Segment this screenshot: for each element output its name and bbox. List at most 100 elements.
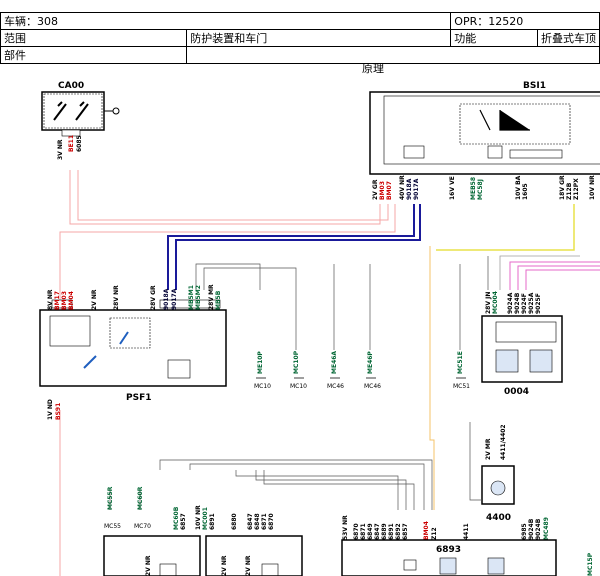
- ground-g5: MC51: [453, 383, 470, 390]
- psf1-connector-b: 2V NR: [91, 289, 98, 310]
- ca00-label: CA00: [58, 81, 84, 91]
- psf1-label: PSF1: [126, 393, 152, 403]
- wire-bsi-5: MEB58: [470, 177, 477, 200]
- wiring-diagram: .t{font-family:"DejaVu Sans",sans-serif;…: [39, 81, 600, 576]
- bsi1-label: BSI1: [523, 81, 546, 91]
- wire-c0004-5: 9025A: [528, 292, 535, 314]
- lower-wires: [109, 459, 433, 510]
- wire-6893-7: 6892: [395, 523, 402, 540]
- wire-lower-3: MC60B: [173, 506, 180, 530]
- block-b3-connector: 2V NR: [221, 555, 228, 576]
- wire-bsi-6: MC58J: [477, 179, 484, 200]
- wire-ca00-2: 6085: [76, 135, 83, 152]
- wire-lower-11: 6870: [268, 513, 275, 530]
- wire-lower-9: 6848: [254, 513, 261, 530]
- wire-lower-5: MC001: [202, 507, 209, 530]
- wire-c0004-6: 9025F: [535, 293, 542, 314]
- ground-g2: MC10: [290, 383, 307, 390]
- wire-6893-8: 6857: [402, 523, 409, 540]
- wire-6893-4: 6847: [374, 523, 381, 540]
- c0004-label: 0004: [504, 387, 529, 397]
- wire-ca00-1: BE11: [68, 135, 75, 152]
- bsi1-connector-a: 2V GR: [372, 179, 379, 200]
- ground-g6: MC55: [104, 523, 121, 530]
- c4400-label: 4400: [486, 513, 511, 523]
- wire-6893-9: BM04: [423, 521, 430, 540]
- bsi1-connector-b: 40V NR: [399, 175, 406, 200]
- wire-c0004-4: 9024F: [521, 293, 528, 314]
- c4400-connector: 2V MR: [485, 438, 492, 460]
- psf1-connector-f: 1V ND: [47, 399, 54, 420]
- psf1-connector-d: 28V GR: [150, 285, 157, 310]
- wire-bsi-4: 9017A: [413, 178, 420, 200]
- wire-psf-2: BM03: [61, 291, 68, 310]
- wire-6893-5: 6889: [381, 523, 388, 540]
- psf1-connector-a: 8V NR: [47, 289, 54, 310]
- bsi1-connector-f: 10V NR: [589, 175, 596, 200]
- block-b1-connector: 2V NR: [145, 555, 152, 576]
- ca00-connector: 3V NR: [57, 139, 64, 160]
- wire-m5: MC51E: [457, 351, 464, 374]
- wire-6893-3: 6849: [367, 523, 374, 540]
- bsi1-connector-c: 16V VE: [449, 176, 456, 200]
- wire-bsi-7: 1605: [522, 183, 529, 200]
- wire-c4400-1: 4411/4402: [500, 424, 507, 460]
- wire-6893-14: 9024B: [535, 518, 542, 540]
- bsi1-connector-d: 10V BA: [515, 175, 522, 200]
- wire-6893-15: MC489: [543, 517, 550, 540]
- wire-m4: ME46P: [367, 351, 374, 374]
- wire-6893-10: Z12: [431, 527, 438, 540]
- wire-bsi-8: Z12B: [566, 182, 573, 200]
- wire-psf-7: MB5M2: [195, 285, 202, 310]
- wire-6893-2: 6871: [360, 523, 367, 540]
- ground-g3: MC46: [327, 383, 344, 390]
- wire-lower-8: 6847: [247, 513, 254, 530]
- wire-lower-1: MC55R: [107, 486, 114, 510]
- lower-blocks: [103, 535, 303, 576]
- wire-m3: ME46A: [331, 351, 338, 374]
- wire-6893-11: 4411: [463, 523, 470, 540]
- wire-bsi-2: BM07: [386, 181, 393, 200]
- wire-bsi-3: 9018A: [406, 178, 413, 200]
- wire-lower-6: 6891: [209, 513, 216, 530]
- wire-m2: MC10P: [293, 350, 300, 374]
- wire-c0004-1: MC004: [492, 291, 499, 314]
- ground-g7: MC70: [134, 523, 151, 530]
- wire-lower-4: 6857: [180, 513, 187, 530]
- wire-psf-6: MB5M1: [188, 285, 195, 310]
- psf1-connector-e: 28V MR: [208, 284, 215, 310]
- ground-g1: MC10: [254, 383, 271, 390]
- ca00-component: [41, 91, 120, 137]
- wire-6893-13: 9024B: [528, 518, 535, 540]
- wire-6893-6: 6891: [388, 523, 395, 540]
- c0004-connector: 28V JN: [485, 292, 492, 314]
- wire-c0004-3: 9024B: [514, 292, 521, 314]
- wire-psf-8: MB5B: [215, 290, 222, 310]
- wire-c0004-2: 9024A: [507, 292, 514, 314]
- wire-psf-5: 9017A: [171, 288, 178, 310]
- wire-lower-10: 6871: [261, 513, 268, 530]
- wire-psf-4: 9018A: [163, 288, 170, 310]
- wire-6893-1: 6870: [353, 523, 360, 540]
- wire-psf-gnd: BS91: [55, 403, 62, 420]
- wire-6893-12: 6985: [521, 523, 528, 540]
- ground-g4: MC46: [364, 383, 381, 390]
- psf1-component: [39, 299, 227, 387]
- wire-lower-7: 6880: [231, 513, 238, 530]
- wire-6893-16: MC15P: [587, 552, 594, 576]
- wire-lower-2: MC60R: [137, 486, 144, 510]
- bsi1-component: [369, 91, 600, 175]
- c4400-component: [469, 422, 515, 505]
- wire-psf-1: BM17: [54, 291, 61, 310]
- c6893-connector: 53V NR: [342, 515, 349, 540]
- wire-bsi-9: Z12PX: [573, 178, 580, 200]
- block-b4-connector: 2V NR: [245, 555, 252, 576]
- c0004-component: [481, 315, 563, 383]
- wire-bsi-1: BM03: [379, 181, 386, 200]
- c6893-label: 6893: [436, 545, 461, 555]
- bsi1-connector-e: 18V GR: [559, 175, 566, 200]
- wire-psf-3: BM04: [68, 291, 75, 310]
- wire-m1: ME10P: [257, 351, 264, 374]
- psf1-connector-c: 28V NR: [113, 285, 120, 310]
- block-b2-connector: 10V NR: [195, 505, 202, 530]
